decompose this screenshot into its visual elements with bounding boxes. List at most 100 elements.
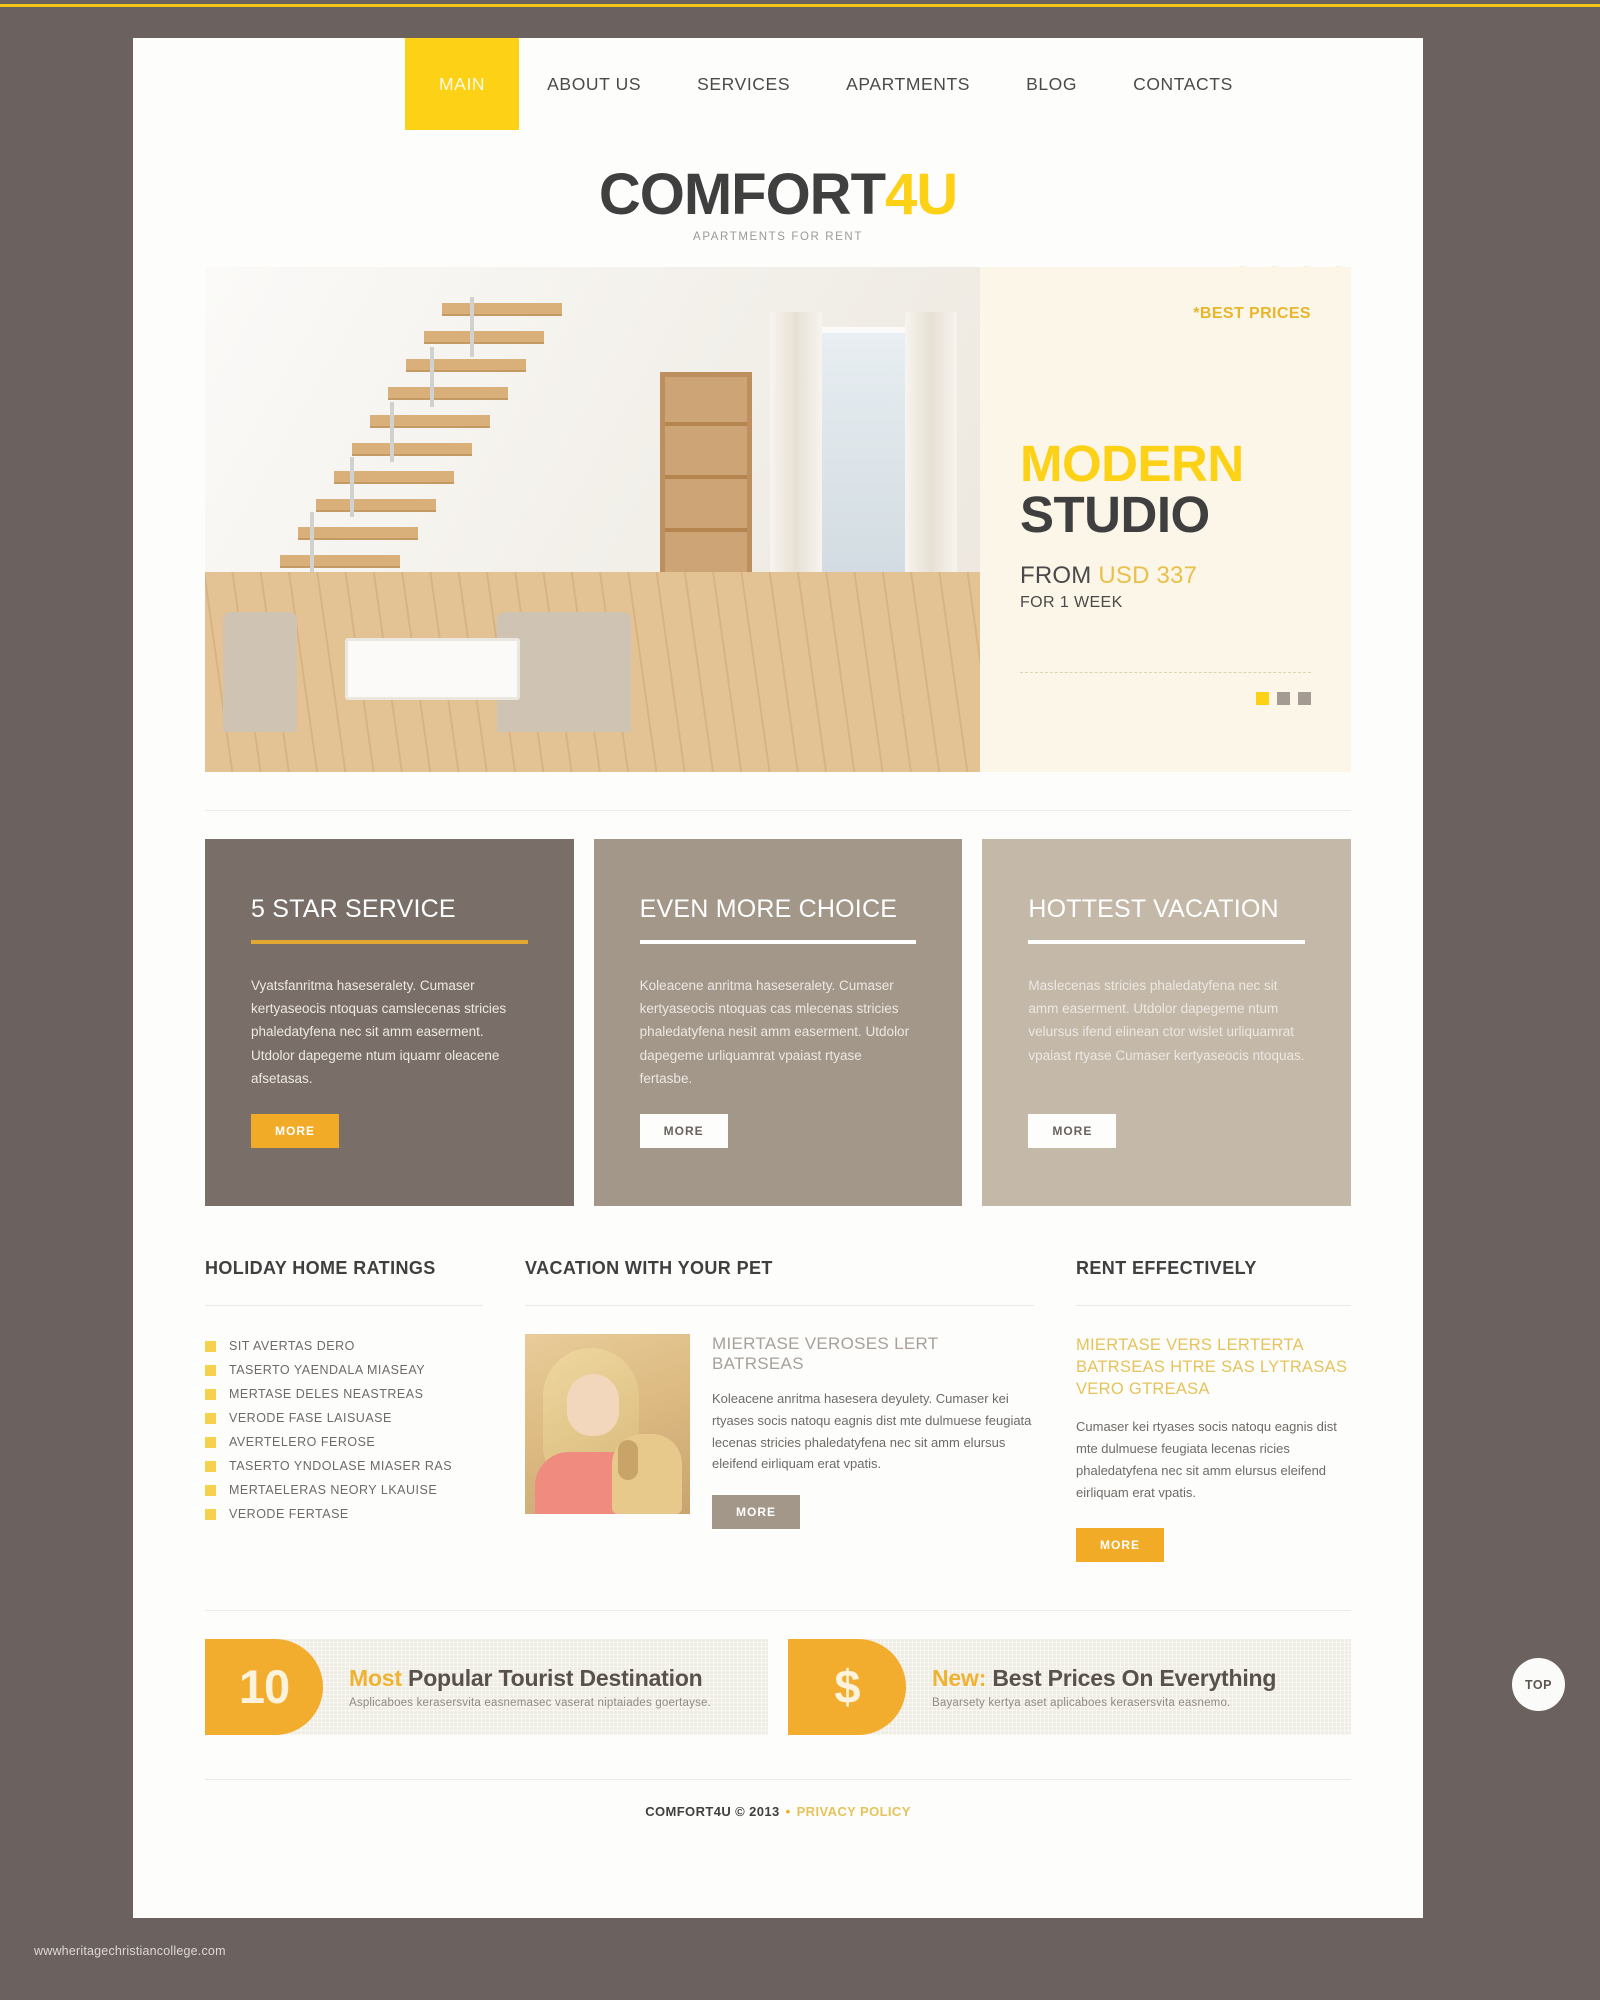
logo-tagline: APARTMENTS FOR RENT <box>693 231 863 243</box>
logo-main: COMFORT <box>598 162 886 227</box>
content-columns: HOLIDAY HOME RATINGS SIT AVERTAS DERO TA… <box>205 1258 1351 1562</box>
list-item[interactable]: AVERTELERO FEROSE <box>205 1430 483 1454</box>
nav-item-blog[interactable]: BLOG <box>998 38 1105 130</box>
watermark-text: wwwheritagechristiancollege.com <box>34 1944 226 1958</box>
feature-card-more-button[interactable]: MORE <box>251 1114 339 1148</box>
bullet-square-icon <box>205 1484 216 1496</box>
feature-card-even-more-choice: EVEN MORE CHOICE Koleacene anritma hases… <box>593 839 963 1206</box>
feature-card-underline <box>251 940 528 944</box>
column-vacation-with-your-pet: VACATION WITH YOUR PET MIERTASE VEROSES … <box>525 1258 1034 1562</box>
footer-copyright: COMFORT4U © 2013 <box>645 1803 780 1819</box>
top-accent-rule <box>0 4 1600 7</box>
pet-article-subtitle: MIERTASE VEROSES LERT BATRSEAS <box>712 1334 939 1373</box>
hero-price: FROM USD 337 <box>1020 562 1244 590</box>
ratings-list: SIT AVERTAS DERO TASERTO YAENDALA MIASEA… <box>205 1334 483 1526</box>
pet-article-text: Koleacene anritma hasesera deyulety. Cum… <box>712 1391 1032 1472</box>
promo-headline: Most Popular Tourist Destination <box>349 1665 711 1692</box>
list-item-label: VERODE FASE LAISUASE <box>229 1411 392 1425</box>
list-item-label: VERODE FERTASE <box>229 1507 349 1521</box>
feature-card-title: 5 STAR SERVICE <box>251 895 456 923</box>
pet-photo-woman-with-dog <box>525 1334 690 1514</box>
logo-text: COMFORT4U <box>599 166 958 224</box>
hero-dot-1[interactable] <box>1256 692 1269 705</box>
column-rule <box>525 1305 1034 1306</box>
footer-separator: • <box>785 1803 791 1819</box>
list-item[interactable]: VERODE FASE LAISUASE <box>205 1406 483 1430</box>
nav-item-about-us[interactable]: ABOUT US <box>519 38 669 130</box>
hero-title-accent: MODERN <box>1020 435 1244 492</box>
promo-banner-tourist-destination[interactable]: 10 Most Popular Tourist Destination Aspl… <box>205 1638 768 1735</box>
promo-headline-accent: New: <box>932 1664 987 1691</box>
list-item-label: MERTAELERAS NEORY LKAUISE <box>229 1483 438 1497</box>
main-navigation: MAIN ABOUT US SERVICES APARTMENTS BLOG C… <box>133 38 1423 130</box>
bullet-square-icon <box>205 1388 216 1400</box>
rent-more-button[interactable]: MORE <box>1076 1527 1164 1562</box>
column-rent-effectively: RENT EFFECTIVELY MIERTASE VERS LERTERTA … <box>1076 1258 1351 1562</box>
list-item[interactable]: TASERTO YNDOLASE MIASER RAS <box>205 1454 483 1478</box>
site-footer: COMFORT4U © 2013 • PRIVACY POLICY <box>205 1778 1351 1819</box>
list-item[interactable]: SIT AVERTAS DERO <box>205 1334 483 1358</box>
promo-headline-rest: Best Prices On Everything <box>986 1664 1277 1691</box>
page-container: MAIN ABOUT US SERVICES APARTMENTS BLOG C… <box>133 38 1423 1918</box>
hero-badge: *BEST PRICES <box>1193 305 1311 322</box>
promo-banner-best-prices[interactable]: $ New: Best Prices On Everything Bayarse… <box>788 1638 1351 1735</box>
promo-badge-dollar-icon: $ <box>788 1638 906 1735</box>
rent-subtitle: MIERTASE VERS LERTERTA BATRSEAS HTRE SAS… <box>1076 1336 1348 1399</box>
promo-subtext: Asplicaboes kerasersvita easnemasec vase… <box>349 1696 712 1709</box>
promo-banners: 10 Most Popular Tourist Destination Aspl… <box>205 1609 1351 1735</box>
nav-item-services[interactable]: SERVICES <box>669 38 818 130</box>
hero-headline: MODERN STUDIO FROM USD 337 FOR 1 WEEK <box>1020 435 1244 612</box>
list-item[interactable]: TASERTO YAENDALA MIASEAY <box>205 1358 483 1382</box>
site-logo[interactable]: COMFORT4U APARTMENTS FOR RENT <box>133 130 1423 244</box>
promo-headline: New: Best Prices On Everything <box>932 1665 1276 1692</box>
scroll-to-top-button[interactable]: TOP <box>1512 1658 1565 1711</box>
column-title-rent: RENT EFFECTIVELY <box>1076 1258 1257 1278</box>
promo-text: Most Popular Tourist Destination Asplica… <box>323 1665 711 1709</box>
feature-cards: 5 STAR SERVICE Vyatsfanritma haseseralet… <box>205 839 1352 1206</box>
logo-accent: 4U <box>885 162 958 227</box>
feature-card-more-button[interactable]: MORE <box>1028 1114 1117 1148</box>
nav-item-apartments[interactable]: APARTMENTS <box>818 38 998 130</box>
hero-dot-3[interactable] <box>1298 692 1311 705</box>
hero-price-amount: USD 337 <box>1098 561 1198 589</box>
feature-card-underline <box>1028 940 1306 944</box>
promo-subtext: Bayarsety kertya aset aplicaboes keraser… <box>932 1696 1231 1709</box>
promo-badge-number: 10 <box>205 1638 323 1735</box>
column-rule <box>205 1305 483 1306</box>
coffee-table-shape <box>345 638 520 700</box>
list-item[interactable]: MERTASE DELES NEASTREAS <box>205 1382 483 1406</box>
bullet-square-icon <box>205 1460 216 1472</box>
hero-dot-2[interactable] <box>1277 692 1290 705</box>
pet-more-button[interactable]: MORE <box>712 1495 800 1530</box>
list-item-label: AVERTELERO FEROSE <box>229 1435 376 1449</box>
nav-item-main[interactable]: MAIN <box>405 38 520 130</box>
hero-slider: *BEST PRICES MODERN STUDIO FROM USD 337 … <box>205 267 1351 772</box>
staircase-shape <box>280 287 610 587</box>
promo-text: New: Best Prices On Everything Bayarsety… <box>906 1665 1276 1709</box>
face-shape <box>567 1374 619 1436</box>
feature-card-underline <box>639 940 917 944</box>
pet-article: MIERTASE VEROSES LERT BATRSEAS Koleacene… <box>525 1334 1034 1530</box>
hero-title-main: STUDIO <box>1020 485 1210 543</box>
promo-headline-rest: Popular Tourist Destination <box>401 1664 703 1691</box>
feature-card-more-button[interactable]: MORE <box>639 1114 728 1148</box>
list-item-label: MERTASE DELES NEASTREAS <box>229 1387 424 1401</box>
chair-shape-3 <box>557 612 631 732</box>
bullet-square-icon <box>205 1364 216 1376</box>
privacy-policy-link[interactable]: PRIVACY POLICY <box>797 1804 911 1819</box>
feature-card-title: EVEN MORE CHOICE <box>639 895 898 923</box>
feature-card-text: Vyatsfanritma haseseralety. Cumaser kert… <box>251 978 507 1086</box>
list-item[interactable]: VERODE FERTASE <box>205 1502 483 1526</box>
column-rule <box>1076 1305 1351 1306</box>
chair-shape-1 <box>223 612 297 732</box>
nav-item-contacts[interactable]: CONTACTS <box>1105 38 1261 130</box>
pet-article-body: MIERTASE VEROSES LERT BATRSEAS Koleacene… <box>712 1334 1034 1530</box>
feature-card-title: HOTTEST VACATION <box>1028 895 1279 923</box>
hero-price-label: FROM <box>1020 561 1092 589</box>
bullet-square-icon <box>205 1340 216 1352</box>
list-item-label: TASERTO YAENDALA MIASEAY <box>229 1363 426 1377</box>
dog-ear-shape <box>618 1440 638 1480</box>
section-divider-top <box>205 810 1351 811</box>
list-item[interactable]: MERTAELERAS NEORY LKAUISE <box>205 1478 483 1502</box>
list-item-label: SIT AVERTAS DERO <box>229 1339 355 1353</box>
